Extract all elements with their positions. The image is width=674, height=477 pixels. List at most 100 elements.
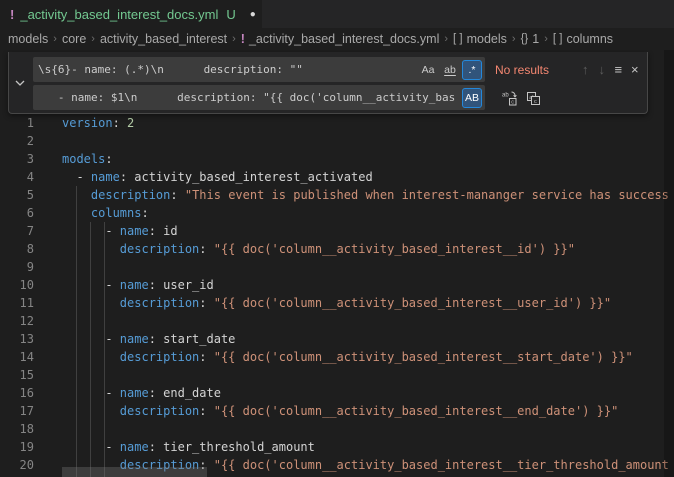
breadcrumb-item-symbol-1[interactable]: › {} 1 (507, 32, 539, 46)
code-line[interactable]: 4 - name: activity_based_interest_activa… (0, 168, 664, 186)
breadcrumb-item-file[interactable]: › ! _activity_based_interest_docs.yml (227, 32, 439, 46)
next-match-icon[interactable]: ↓ (596, 60, 609, 80)
tab-bar: ! _activity_based_interest_docs.yml U ● (0, 0, 674, 28)
close-icon[interactable]: × (629, 60, 642, 80)
line-number[interactable]: 5 (0, 186, 46, 204)
code-line[interactable]: 11 description: "{{ doc('column__activit… (0, 294, 664, 312)
breadcrumb-label: models (8, 32, 48, 46)
breadcrumb-label: core (62, 32, 86, 46)
breadcrumb-label: models (467, 32, 507, 46)
regex-icon[interactable]: .* (462, 60, 482, 80)
line-number[interactable]: 8 (0, 240, 46, 258)
breadcrumb-label: 1 (532, 32, 539, 46)
replace-input-wrap: AB (33, 85, 485, 110)
breadcrumb-label: activity_based_interest (100, 32, 227, 46)
code-line[interactable]: 9 (0, 258, 664, 276)
code-text: - name: start_date (46, 330, 235, 348)
code-line[interactable]: 2 (0, 132, 664, 150)
code-line[interactable]: 3models: (0, 150, 664, 168)
line-number[interactable]: 18 (0, 420, 46, 438)
line-number[interactable]: 10 (0, 276, 46, 294)
chevron-right-icon: › (86, 33, 100, 45)
code-text: description: "{{ doc('column__activity_b… (46, 294, 611, 312)
code-text (46, 258, 62, 276)
vertical-scrollbar-track[interactable] (664, 50, 674, 477)
code-line[interactable]: 15 (0, 366, 664, 384)
code-line[interactable]: 10 - name: user_id (0, 276, 664, 294)
code-text: - name: tier_threshold_amount (46, 438, 315, 456)
chevron-right-icon: › (507, 33, 521, 45)
find-row: Aa ab .* No results ↑ ↓ ≡ × (33, 57, 641, 82)
editor-pane[interactable]: Aa ab .* No results ↑ ↓ ≡ × AB (0, 50, 674, 477)
line-number[interactable]: 9 (0, 258, 46, 276)
find-options: Aa ab .* (418, 60, 482, 80)
code-line[interactable]: 7 - name: id (0, 222, 664, 240)
code-text: - name: user_id (46, 276, 214, 294)
line-number[interactable]: 17 (0, 402, 46, 420)
unsaved-dot-icon[interactable]: ● (250, 9, 256, 20)
code-text (46, 132, 62, 150)
line-number[interactable]: 3 (0, 150, 46, 168)
chevron-right-icon: › (227, 33, 241, 45)
find-in-selection-icon[interactable]: ≡ (612, 60, 625, 80)
replace-input[interactable] (33, 85, 485, 110)
tab-filename: _activity_based_interest_docs.yml (20, 7, 218, 22)
chevron-down-icon (14, 77, 26, 89)
line-number[interactable]: 4 (0, 168, 46, 186)
editor-tab[interactable]: ! _activity_based_interest_docs.yml U ● (0, 0, 262, 28)
code-line[interactable]: 5 description: "This event is published … (0, 186, 664, 204)
code-line[interactable]: 18 (0, 420, 664, 438)
line-number[interactable]: 11 (0, 294, 46, 312)
preserve-case-icon[interactable]: AB (462, 88, 482, 108)
breadcrumb-item-symbol-columns[interactable]: › [ ] columns (539, 32, 613, 46)
line-number[interactable]: 14 (0, 348, 46, 366)
code-text: description: "{{ doc('column__activity_b… (46, 240, 575, 258)
whole-word-icon[interactable]: ab (440, 60, 460, 80)
code-line[interactable]: 13 - name: start_date (0, 330, 664, 348)
line-number[interactable]: 16 (0, 384, 46, 402)
breadcrumb: models › core › activity_based_interest … (0, 28, 674, 50)
code-line[interactable]: 12 (0, 312, 664, 330)
breadcrumb-label: columns (566, 32, 613, 46)
code-line[interactable]: 16 - name: end_date (0, 384, 664, 402)
code-line[interactable]: 1version: 2 (0, 114, 664, 132)
line-number[interactable]: 6 (0, 204, 46, 222)
code-text: - name: end_date (46, 384, 221, 402)
horizontal-scrollbar-thumb[interactable] (62, 467, 207, 477)
line-number[interactable]: 12 (0, 312, 46, 330)
breadcrumb-item-core[interactable]: › core (48, 32, 86, 46)
replace-options: AB (462, 88, 482, 108)
code-text: description: "{{ doc('column__activity_b… (46, 402, 618, 420)
line-number[interactable]: 15 (0, 366, 46, 384)
code-lines[interactable]: 1version: 223models:4 - name: activity_b… (0, 114, 664, 477)
yaml-file-icon: ! (10, 7, 14, 22)
toggle-replace-chevron-icon[interactable] (9, 52, 31, 113)
breadcrumb-item-models[interactable]: models (8, 32, 48, 46)
code-line[interactable]: 17 description: "{{ doc('column__activit… (0, 402, 664, 420)
code-line[interactable]: 19 - name: tier_threshold_amount (0, 438, 664, 456)
previous-match-icon[interactable]: ↑ (579, 60, 592, 80)
line-number[interactable]: 7 (0, 222, 46, 240)
code-line[interactable]: 14 description: "{{ doc('column__activit… (0, 348, 664, 366)
line-number[interactable]: 19 (0, 438, 46, 456)
breadcrumb-item-symbol-models[interactable]: › [ ] models (439, 32, 507, 46)
find-input-wrap: Aa ab .* (33, 57, 485, 82)
line-number[interactable]: 2 (0, 132, 46, 150)
breadcrumb-item-activity-based-interest[interactable]: › activity_based_interest (86, 32, 227, 46)
match-case-icon[interactable]: Aa (418, 60, 438, 80)
line-number[interactable]: 13 (0, 330, 46, 348)
array-symbol-icon: [ ] (453, 33, 463, 45)
replace-icon[interactable]: ab c (499, 88, 519, 108)
code-text: - name: activity_based_interest_activate… (46, 168, 373, 186)
array-symbol-icon: [ ] (553, 33, 563, 45)
code-text: columns: (46, 204, 149, 222)
replace-all-icon[interactable]: ab c (523, 88, 543, 108)
line-number[interactable]: 1 (0, 114, 46, 132)
line-number[interactable]: 20 (0, 456, 46, 474)
find-results-count: No results (495, 63, 565, 77)
yaml-file-icon: ! (241, 32, 245, 46)
code-line[interactable]: 8 description: "{{ doc('column__activity… (0, 240, 664, 258)
code-line[interactable]: 6 columns: (0, 204, 664, 222)
code-text: description: "This event is published wh… (46, 186, 669, 204)
chevron-right-icon: › (539, 33, 553, 45)
